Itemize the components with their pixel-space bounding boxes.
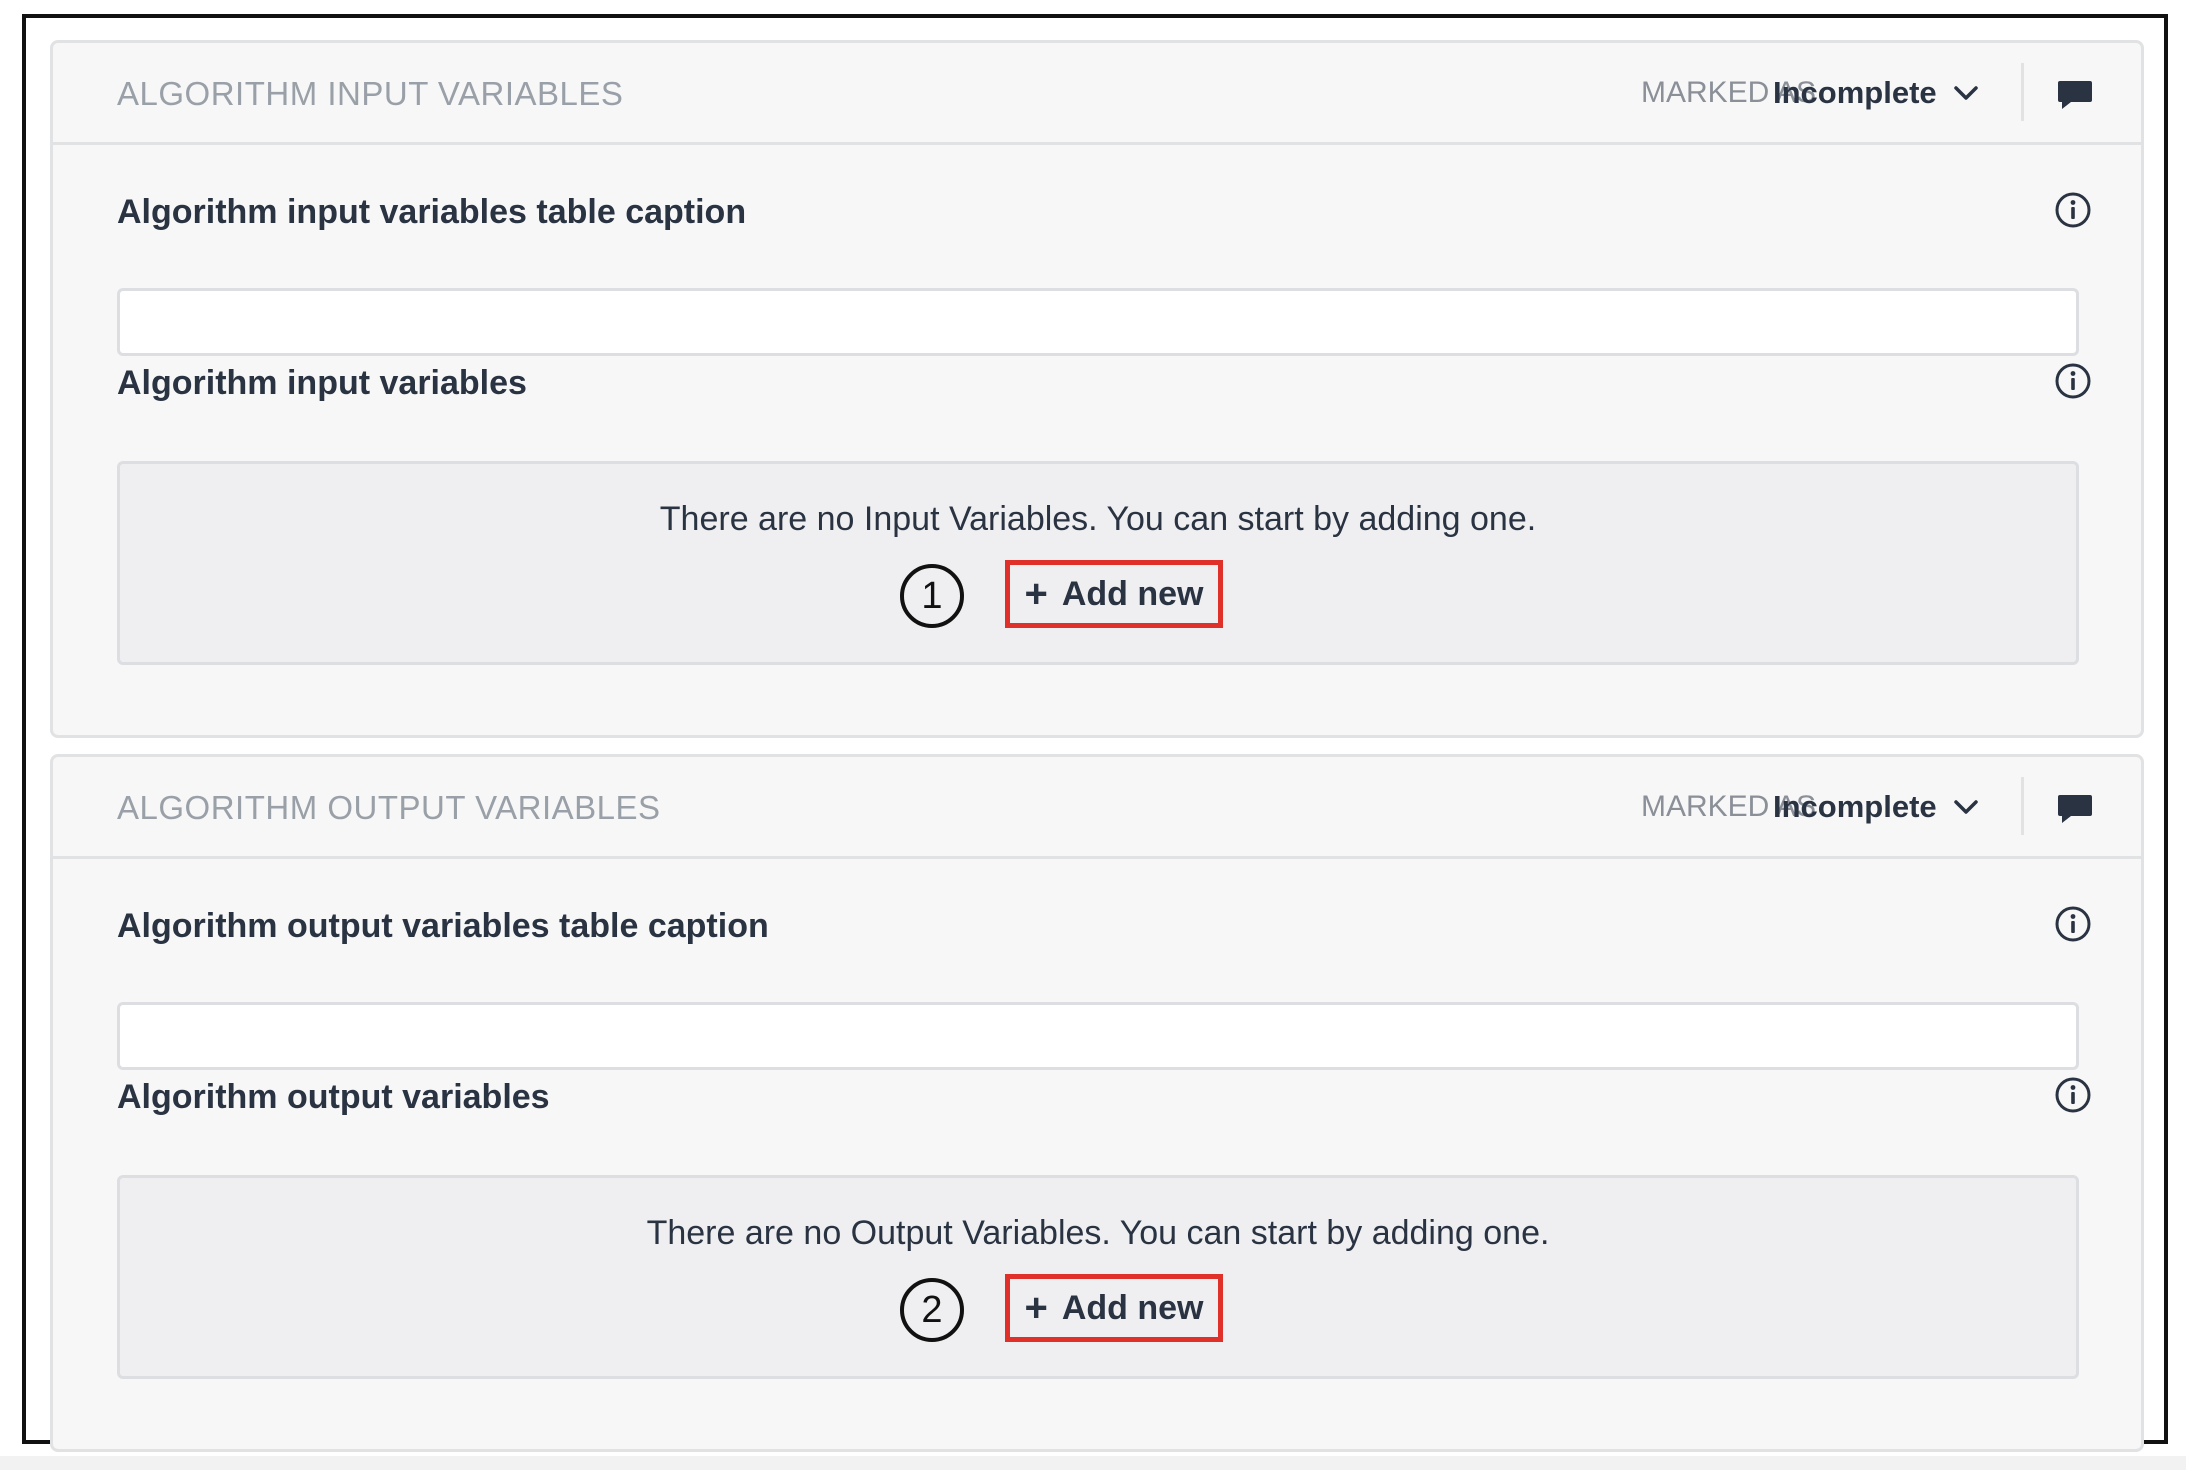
variables-empty-state: There are no Input Variables. You can st… — [117, 461, 2079, 665]
plus-icon: + — [1024, 572, 1048, 616]
input-variables-section: ALGORITHM INPUT VARIABLES MARKED AS Inco… — [50, 40, 2144, 738]
info-icon[interactable] — [2053, 904, 2093, 944]
add-new-label: Add new — [1061, 574, 1204, 613]
variables-empty-state: There are no Output Variables. You can s… — [117, 1175, 2079, 1379]
status-dropdown[interactable]: Incomplete — [1773, 71, 1979, 115]
comment-icon[interactable] — [2055, 77, 2095, 113]
section-header: ALGORITHM INPUT VARIABLES MARKED AS Inco… — [53, 43, 2141, 145]
empty-message: There are no Output Variables. You can s… — [646, 1214, 1550, 1252]
info-icon[interactable] — [2053, 361, 2093, 401]
variables-label: Algorithm output variables — [117, 1078, 550, 1116]
status-value: Incomplete — [1773, 75, 1937, 110]
status-value: Incomplete — [1773, 789, 1937, 824]
step-marker: 1 — [900, 564, 964, 628]
add-new-label: Add new — [1061, 1288, 1204, 1327]
caption-input[interactable] — [117, 1002, 2079, 1070]
output-variables-section: ALGORITHM OUTPUT VARIABLES MARKED AS Inc… — [50, 754, 2144, 1452]
plus-icon: + — [1024, 1286, 1048, 1330]
caption-input[interactable] — [117, 288, 2079, 356]
header-divider — [2021, 777, 2024, 835]
add-new-button[interactable]: + Add new — [1005, 1274, 1223, 1342]
chevron-down-icon — [1953, 800, 1978, 814]
chevron-down-icon — [1953, 86, 1978, 100]
info-icon[interactable] — [2053, 1075, 2093, 1115]
status-dropdown[interactable]: Incomplete — [1773, 785, 1979, 829]
info-icon[interactable] — [2053, 190, 2093, 230]
caption-label: Algorithm output variables table caption — [117, 907, 769, 945]
variables-label: Algorithm input variables — [117, 364, 527, 402]
empty-message: There are no Input Variables. You can st… — [659, 500, 1537, 538]
section-header: ALGORITHM OUTPUT VARIABLES MARKED AS Inc… — [53, 757, 2141, 859]
header-divider — [2021, 63, 2024, 121]
section-title: ALGORITHM INPUT VARIABLES — [117, 75, 624, 112]
comment-icon[interactable] — [2055, 791, 2095, 827]
screenshot-frame: ALGORITHM INPUT VARIABLES MARKED AS Inco… — [22, 14, 2168, 1452]
section-title: ALGORITHM OUTPUT VARIABLES — [117, 789, 661, 826]
add-new-button[interactable]: + Add new — [1005, 560, 1223, 628]
caption-label: Algorithm input variables table caption — [117, 193, 747, 231]
bottom-edge — [0, 1456, 2186, 1470]
step-marker: 2 — [900, 1278, 964, 1342]
